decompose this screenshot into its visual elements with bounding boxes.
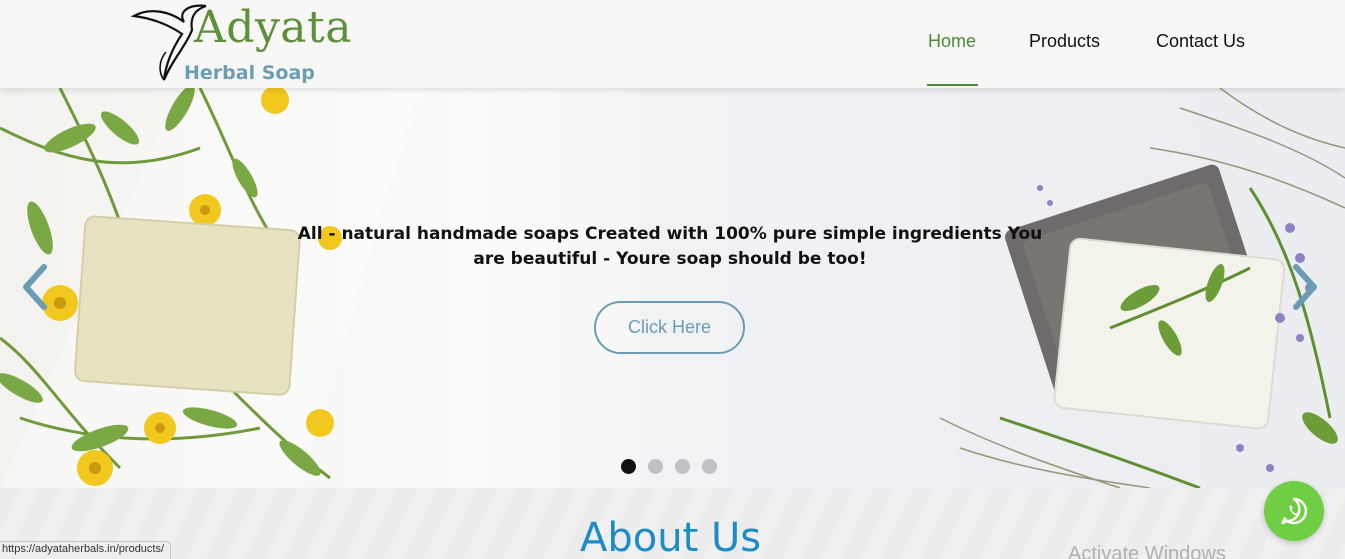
status-bar-url: https://adyataherbals.in/products/ bbox=[0, 541, 172, 559]
brand-tagline: Herbal Soap bbox=[184, 62, 315, 84]
slider-dot-3[interactable] bbox=[675, 459, 690, 474]
hero-headline: All - natural handmade soaps Created wit… bbox=[297, 224, 1043, 269]
whatsapp-icon bbox=[1281, 497, 1308, 525]
brand-name: Adyata bbox=[194, 2, 352, 53]
about-title: About Us bbox=[580, 515, 762, 559]
nav-home[interactable]: Home bbox=[928, 31, 976, 52]
hero-click-here-button[interactable]: Click Here bbox=[594, 301, 745, 354]
slider-next-icon[interactable] bbox=[1290, 263, 1320, 311]
site-header: Adyata Herbal Soap Home Products Contact… bbox=[0, 0, 1345, 88]
slider-dot-2[interactable] bbox=[648, 459, 663, 474]
slider-dot-4[interactable] bbox=[702, 459, 717, 474]
activate-windows-watermark: Activate Windows bbox=[1068, 543, 1226, 559]
nav-products[interactable]: Products bbox=[1029, 31, 1100, 52]
whatsapp-button[interactable] bbox=[1264, 481, 1324, 541]
brand-logo[interactable]: Adyata Herbal Soap bbox=[128, 2, 378, 86]
about-section: About Us Activate Windows bbox=[0, 488, 1345, 559]
slider-prev-icon[interactable] bbox=[20, 263, 50, 311]
hero-slider: All - natural handmade soaps Created wit… bbox=[0, 88, 1345, 488]
slider-dot-1[interactable] bbox=[621, 459, 636, 474]
nav-contact-us[interactable]: Contact Us bbox=[1156, 31, 1245, 52]
nav-active-indicator bbox=[927, 84, 978, 86]
hero-background-image bbox=[0, 88, 1345, 488]
